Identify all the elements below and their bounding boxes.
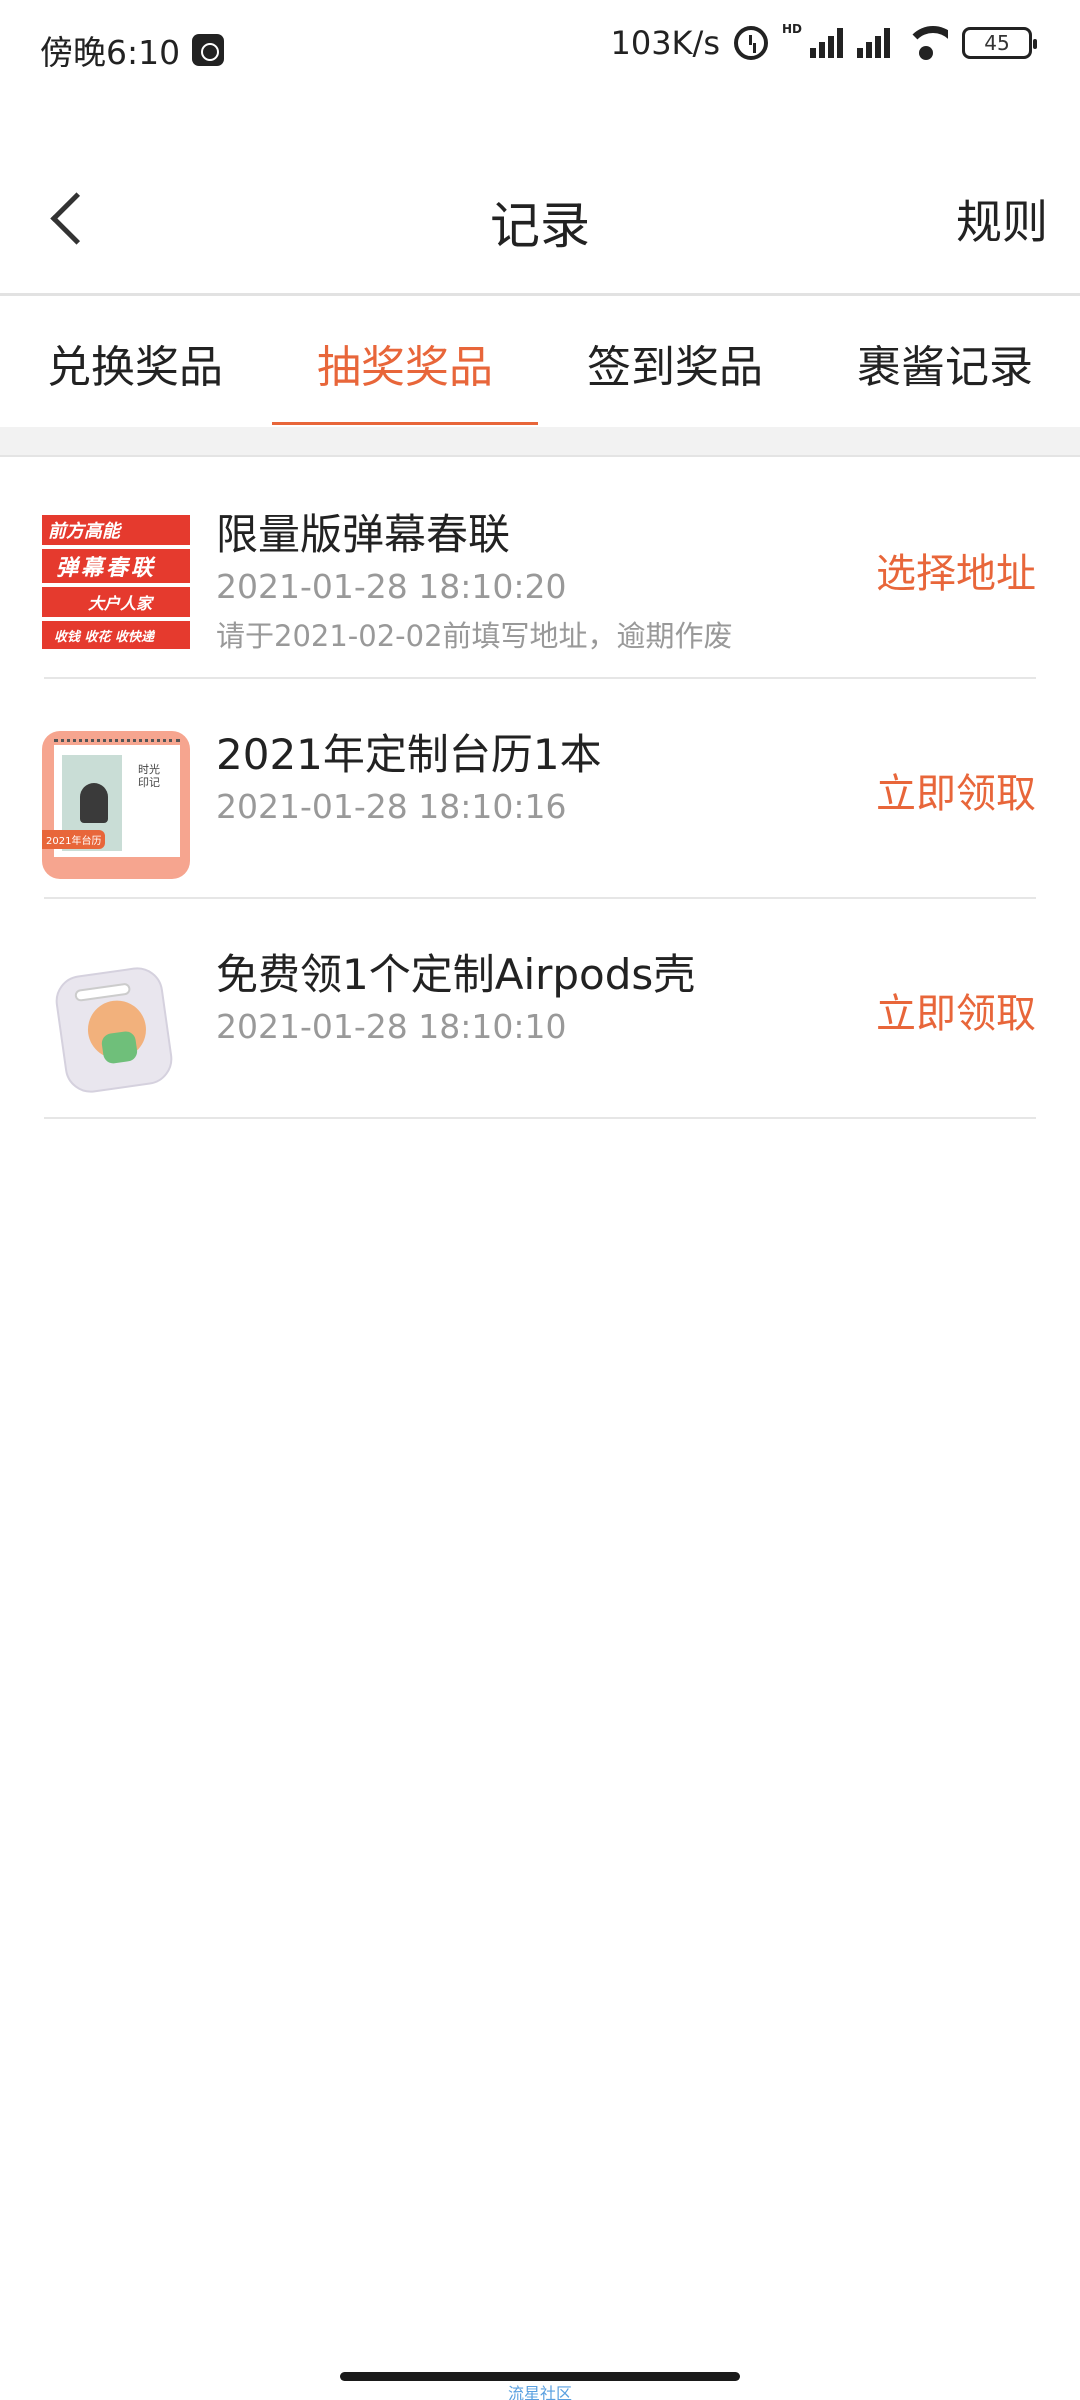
prize-title: 2021年定制台历1本 (216, 730, 602, 779)
signal-hd-icon (810, 28, 843, 58)
page-title: 记录 (490, 197, 590, 255)
airpods-case-image (52, 964, 176, 1096)
prize-title: 免费领1个定制Airpods壳 (216, 950, 696, 999)
couplet-line: 弹幕春联 (42, 549, 190, 583)
status-time: 傍晚6:10 (40, 33, 181, 72)
cartoon-character (84, 996, 150, 1063)
message-icon (192, 34, 225, 66)
prize-thumbnail-calendar: 时光印记 2021年台历 (42, 731, 190, 879)
wifi-icon (904, 26, 948, 60)
prize-time: 2021-01-28 18:10:10 (216, 1007, 567, 1046)
chevron-left-icon[interactable] (40, 190, 100, 254)
tab-exchange-prizes[interactable]: 兑换奖品 (0, 299, 270, 427)
couplet-line: 前方高能 (42, 515, 190, 545)
section-divider (0, 427, 1080, 457)
list-item[interactable]: 免费领1个定制Airpods壳 2021-01-28 18:10:10 立即领取 (0, 899, 1080, 1119)
calendar-text: 时光印记 (138, 763, 160, 789)
battery-icon: 45 (962, 27, 1037, 59)
tab-guojiang-records[interactable]: 裹酱记录 (810, 299, 1080, 427)
alarm-icon (733, 26, 768, 60)
status-left: 傍晚6:10 (40, 26, 225, 74)
status-bar: 傍晚6:10 103K/s HD 45 (0, 0, 1080, 96)
signal-icon (857, 28, 890, 58)
list-item[interactable]: 时光印记 2021年台历 2021年定制台历1本 2021-01-28 18:1… (0, 679, 1080, 899)
prize-time: 2021-01-28 18:10:20 (216, 567, 567, 606)
claim-now-button[interactable]: 立即领取 (876, 981, 1036, 1039)
couplet-line: 收钱 收花 收快递 (42, 621, 190, 649)
claim-now-button[interactable]: 立即领取 (876, 761, 1036, 819)
watermark: 流星社区 (507, 2384, 572, 2400)
prize-note: 请于2021-02-02前填写地址，逾期作废 (216, 619, 733, 653)
network-speed: 103K/s (610, 24, 720, 62)
tab-lottery-prizes[interactable]: 抽奖奖品 (270, 299, 540, 427)
select-address-button[interactable]: 选择地址 (876, 541, 1036, 599)
calendar-rings (54, 739, 180, 745)
calendar-tag: 2021年台历 (42, 830, 106, 849)
rules-button[interactable]: 规则 (956, 186, 1048, 252)
list-item[interactable]: 前方高能 弹幕春联 大户人家 收钱 收花 收快递 限量版弹幕春联 2021-01… (0, 459, 1080, 679)
battery-level: 45 (984, 31, 1010, 55)
tab-bar: 兑换奖品 抽奖奖品 签到奖品 裹酱记录 (0, 299, 1080, 427)
couplet-line: 大户人家 (42, 587, 190, 617)
record-list: 前方高能 弹幕春联 大户人家 收钱 收花 收快递 限量版弹幕春联 2021-01… (0, 459, 1080, 1119)
tab-checkin-prizes[interactable]: 签到奖品 (540, 299, 810, 427)
prize-time: 2021-01-28 18:10:16 (216, 787, 567, 826)
divider (44, 1117, 1036, 1119)
nav-header: 记录 规则 (0, 150, 1080, 296)
prize-thumbnail-airpods (42, 951, 190, 1099)
hd-label: HD (781, 22, 802, 36)
prize-title: 限量版弹幕春联 (216, 510, 511, 559)
prize-thumbnail-couplet: 前方高能 弹幕春联 大户人家 收钱 收花 收快递 (42, 511, 190, 659)
airpods-lid (74, 982, 132, 1003)
status-right: 103K/s HD 45 (610, 22, 1037, 62)
